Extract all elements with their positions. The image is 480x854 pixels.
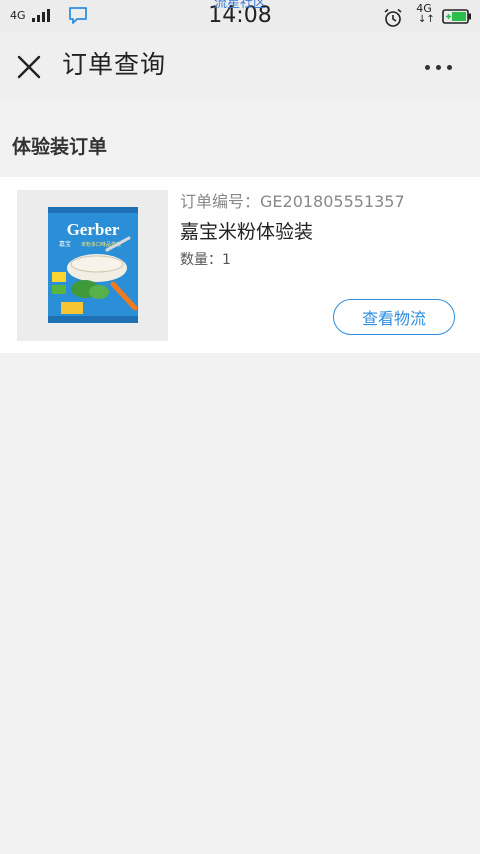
brand-logo-cn: 嘉宝 — [59, 240, 71, 248]
order-card[interactable]: Gerber 嘉宝 米粉多口味品尝装 订单编号：GE201805551357 嘉… — [0, 177, 480, 353]
product-image: Gerber 嘉宝 米粉多口味品尝装 — [17, 190, 168, 341]
close-button[interactable] — [14, 52, 44, 82]
more-dot — [435, 64, 441, 70]
more-dot — [446, 64, 452, 70]
gerber-package-image: Gerber 嘉宝 米粉多口味品尝装 — [48, 207, 138, 323]
battery-icon — [442, 9, 471, 24]
nav-bar: 订单查询 — [0, 32, 480, 100]
alarm-clock-icon — [384, 8, 402, 27]
status-bar: 4G 14:08 流星社区 4G ↓↑ — [0, 0, 480, 32]
view-logistics-button[interactable]: 查看物流 — [333, 299, 455, 335]
more-button[interactable] — [414, 52, 462, 82]
overlay-notification-text: 流星社区 — [213, 0, 266, 11]
product-name: 嘉宝米粉体验装 — [180, 221, 314, 243]
close-icon — [17, 55, 41, 79]
more-dot — [424, 64, 430, 70]
page-title: 订单查询 — [62, 50, 167, 79]
brand-logo-text: Gerber — [67, 220, 120, 239]
network-arrows: ↓↑ — [418, 14, 435, 25]
section-title: 体验装订单 — [12, 136, 108, 158]
quantity: 数量：1 — [180, 252, 231, 268]
order-number: 订单编号：GE201805551357 — [180, 192, 405, 211]
